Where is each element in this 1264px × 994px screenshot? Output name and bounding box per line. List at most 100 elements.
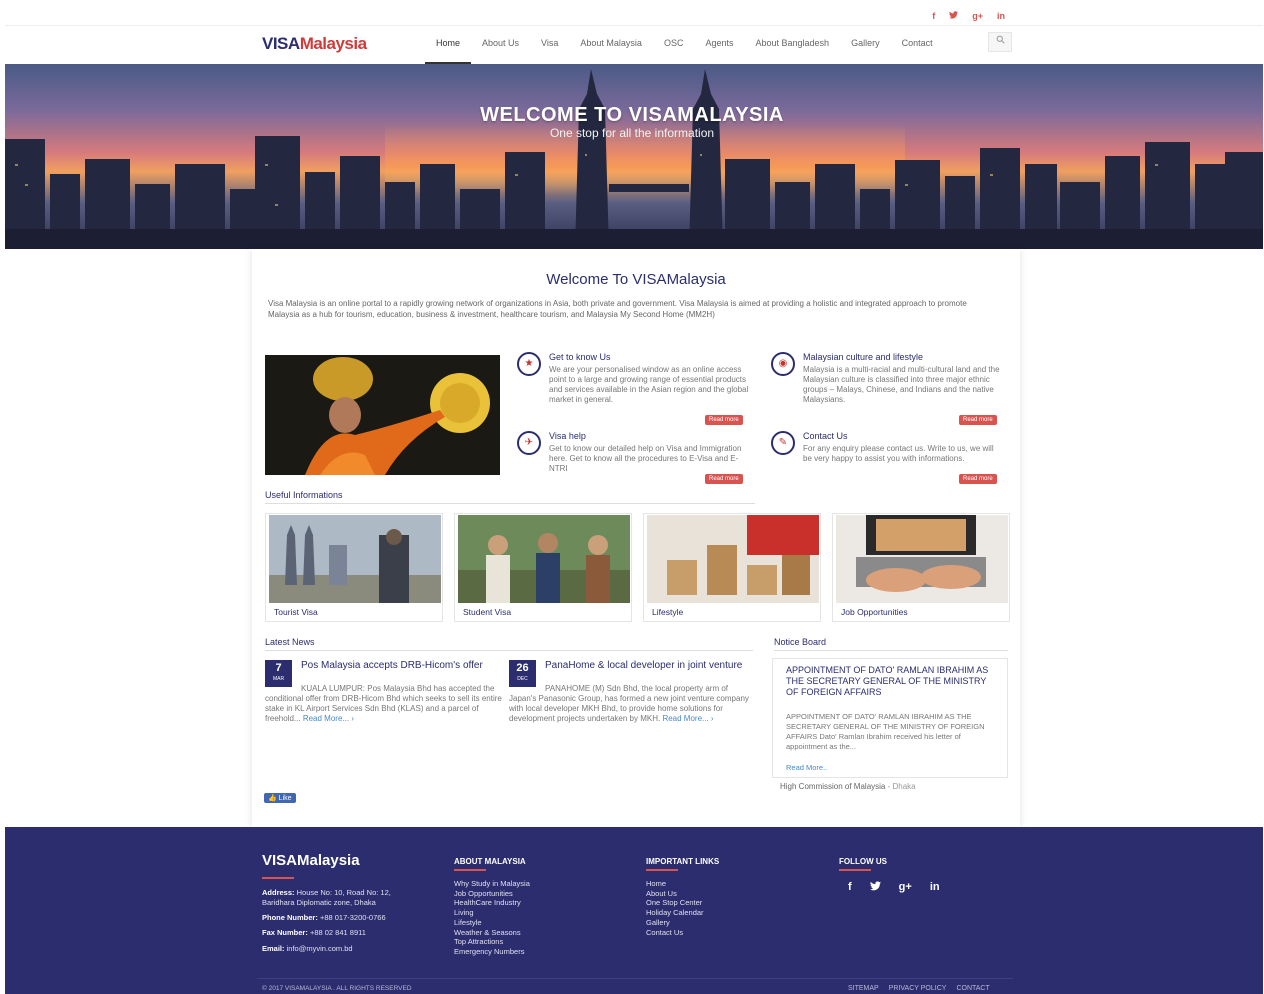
commission-city: - Dhaka	[887, 782, 916, 791]
footer-logo[interactable]: VISAMalaysia	[262, 852, 360, 869]
tile-label: Student Visa	[463, 607, 512, 617]
footer-link[interactable]: Gallery	[646, 918, 704, 928]
news-read-more-link[interactable]: Read More... ›	[662, 714, 713, 723]
news-date-badge: 26 DEC	[509, 660, 536, 687]
footer-follow-rule	[839, 869, 871, 871]
footer-logo-rule	[262, 877, 294, 879]
footer-fax: Fax Number: +88 02 841 8911	[262, 928, 422, 938]
email-value[interactable]: info@myvin.com.bd	[287, 944, 353, 953]
feature-title[interactable]: Get to know Us	[549, 352, 611, 362]
hero-banner: WELCOME TO VISAMALAYSIA One stop for all…	[5, 64, 1263, 249]
footer-link[interactable]: HealthCare Industry	[454, 898, 530, 908]
google-plus-icon[interactable]: g+	[899, 881, 912, 894]
search-icon	[996, 35, 1005, 44]
footer-link[interactable]: One Stop Center	[646, 898, 704, 908]
footer-divider	[257, 978, 1013, 979]
news-read-more-link[interactable]: Read More... ›	[303, 714, 354, 723]
sitemap-link[interactable]: SITEMAP	[848, 985, 879, 992]
nav-item-agents[interactable]: Agents	[694, 26, 744, 64]
linkedin-icon[interactable]: in	[997, 11, 1005, 21]
welcome-heading: Welcome To VISAMalaysia	[546, 271, 726, 288]
search-button[interactable]	[988, 32, 1012, 52]
nav-item-contact[interactable]: Contact	[891, 26, 944, 64]
google-plus-icon[interactable]: g+	[972, 11, 983, 21]
plane-icon: ✈	[517, 431, 541, 455]
logo-text-malaysia: Malaysia	[299, 34, 367, 53]
tile-tourist-visa[interactable]: Tourist Visa	[265, 513, 443, 622]
footer-link[interactable]: Contact Us	[646, 928, 704, 938]
tile-student-visa[interactable]: Student Visa	[454, 513, 632, 622]
footer-link[interactable]: Living	[454, 908, 530, 918]
footer-link[interactable]: Home	[646, 879, 704, 889]
lifestyle-image	[647, 515, 819, 603]
hero-subtitle: One stop for all the information	[549, 126, 715, 140]
news-title[interactable]: Pos Malaysia accepts DRB-Hicom's offer	[301, 660, 501, 671]
footer-phone: Phone Number: +88 017-3200-0766	[262, 913, 422, 923]
footer-link[interactable]: Lifestyle	[454, 918, 530, 928]
feature-text: We are your personalised window as an on…	[549, 365, 749, 404]
twitter-icon[interactable]	[949, 11, 959, 21]
tile-label: Job Opportunities	[841, 607, 908, 617]
nav-item-home[interactable]: Home	[425, 26, 472, 64]
phone-label: Phone Number:	[262, 913, 318, 922]
privacy-policy-link[interactable]: PRIVACY POLICY	[889, 985, 947, 992]
site-logo[interactable]: VISAMalaysia	[262, 34, 367, 54]
nav-item-osc[interactable]: OSC	[653, 26, 695, 64]
top-social-icons: f g+ in	[932, 11, 1005, 21]
site-footer: VISAMalaysia Address: House No: 10, Road…	[5, 827, 1263, 994]
footer-about-title: ABOUT MALAYSIA	[454, 857, 526, 866]
tile-lifestyle[interactable]: Lifestyle	[643, 513, 821, 622]
nav-item-about-malaysia[interactable]: About Malaysia	[569, 26, 653, 64]
news-month: MAR	[272, 676, 285, 682]
read-more-button[interactable]: Read more	[959, 474, 997, 484]
news-day: 7	[275, 662, 282, 674]
nav-item-gallery[interactable]: Gallery	[840, 26, 891, 64]
copyright-text: © 2017 VISAMALAYSIA . ALL RIGHTS RESERVE…	[262, 985, 412, 992]
footer-bottom-links: SITEMAP PRIVACY POLICY CONTACT	[848, 985, 990, 992]
pencil-icon: ✎	[771, 431, 795, 455]
nav-item-about-bangladesh[interactable]: About Bangladesh	[745, 26, 841, 64]
notice-read-more-link[interactable]: Read More..	[786, 763, 827, 772]
facebook-icon[interactable]: f	[932, 11, 935, 21]
read-more-button[interactable]: Read more	[705, 474, 743, 484]
footer-link[interactable]: Emergency Numbers	[454, 947, 530, 957]
facebook-like-button[interactable]: 👍 Like	[264, 793, 296, 803]
linkedin-icon[interactable]: in	[930, 881, 940, 894]
hero-title: WELCOME TO VISAMALAYSIA	[480, 104, 784, 126]
footer-about-rule	[454, 869, 486, 871]
feature-text: For any enquiry please contact us. Write…	[803, 444, 994, 463]
facebook-icon[interactable]: f	[848, 881, 852, 894]
footer-follow-title: FOLLOW US	[839, 857, 887, 866]
content-panel: Welcome To VISAMalaysia Visa Malaysia is…	[252, 249, 1020, 827]
nav-item-visa[interactable]: Visa	[530, 26, 569, 64]
footer-link[interactable]: Top Attractions	[454, 937, 530, 947]
read-more-button[interactable]: Read more	[705, 415, 743, 425]
notice-heading[interactable]: APPOINTMENT OF DATO' RAMLAN IBRAHIM AS T…	[786, 665, 1001, 698]
footer-link[interactable]: Job Opportunities	[454, 889, 530, 899]
tile-job-opportunities[interactable]: Job Opportunities	[832, 513, 1010, 622]
footer-important-rule	[646, 869, 678, 871]
news-title[interactable]: PanaHome & local developer in joint vent…	[545, 660, 745, 671]
footer-link[interactable]: Weather & Seasons	[454, 928, 530, 938]
twitter-icon[interactable]	[869, 881, 881, 894]
tile-label: Lifestyle	[652, 607, 684, 617]
footer-link[interactable]: Why Study in Malaysia	[454, 879, 530, 889]
feature-title[interactable]: Contact Us	[803, 431, 848, 441]
feature-text: Malaysia is a multi-racial and multi-cul…	[803, 365, 1000, 404]
phone-value: +88 017-3200-0766	[319, 913, 386, 922]
news-day: 26	[516, 662, 529, 674]
feature-title[interactable]: Visa help	[549, 431, 586, 441]
feature-title[interactable]: Malaysian culture and lifestyle	[803, 352, 923, 362]
read-more-button[interactable]: Read more	[959, 415, 997, 425]
footer-link[interactable]: About Us	[646, 889, 704, 899]
notice-text: APPOINTMENT OF DATO' RAMLAN IBRAHIM AS T…	[786, 712, 985, 751]
nav-menu: Home About Us Visa About Malaysia OSC Ag…	[425, 26, 944, 64]
nav-item-about-us[interactable]: About Us	[471, 26, 530, 64]
tourist-visa-image	[269, 515, 441, 603]
news-date-badge: 7 MAR	[265, 660, 292, 687]
thumbs-up-icon: 👍	[268, 795, 277, 802]
footer-email: Email: info@myvin.com.bd	[262, 944, 422, 954]
footer-link[interactable]: Holiday Calendar	[646, 908, 704, 918]
contact-link[interactable]: CONTACT	[956, 985, 989, 992]
city-skyline-image	[5, 69, 1263, 249]
